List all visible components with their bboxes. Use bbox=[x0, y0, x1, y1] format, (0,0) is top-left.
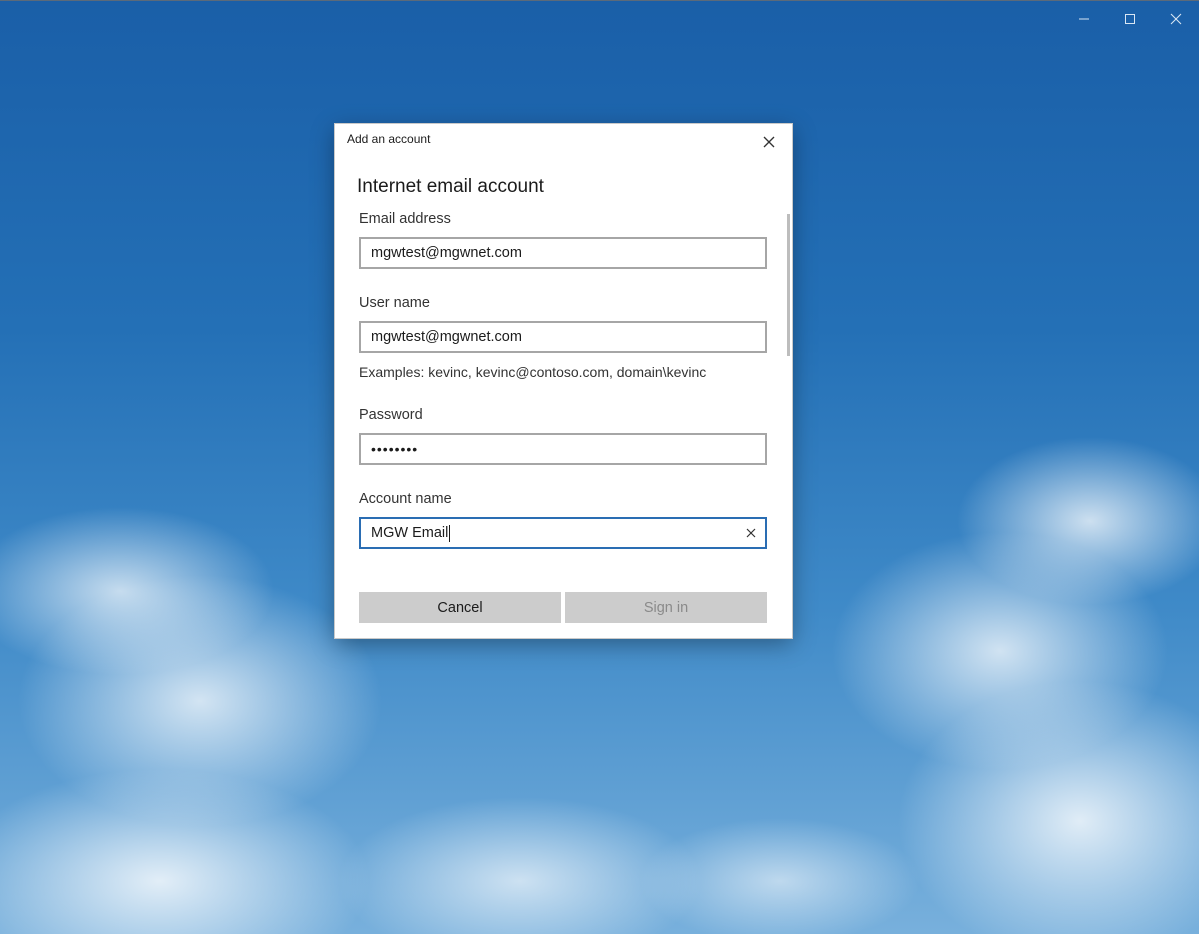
page-title: Internet email account bbox=[357, 176, 544, 197]
dialog-close-button[interactable] bbox=[756, 129, 782, 155]
clear-icon bbox=[746, 528, 756, 538]
desktop-background: Add an account Internet email account Em… bbox=[0, 0, 1199, 934]
username-value: mgwtest@mgwnet.com bbox=[371, 329, 522, 345]
password-value: •••••••• bbox=[371, 441, 419, 457]
window-controls bbox=[1061, 5, 1199, 33]
cancel-button[interactable]: Cancel bbox=[359, 592, 561, 623]
close-icon bbox=[1170, 13, 1182, 25]
username-label: User name bbox=[359, 295, 430, 311]
password-field[interactable]: •••••••• bbox=[359, 433, 767, 465]
clear-field-button[interactable] bbox=[743, 525, 759, 541]
window-close-button[interactable] bbox=[1153, 5, 1199, 33]
text-caret bbox=[449, 524, 451, 542]
email-field[interactable]: mgwtest@mgwnet.com bbox=[359, 237, 767, 269]
sign-in-button[interactable]: Sign in bbox=[565, 592, 767, 623]
username-field[interactable]: mgwtest@mgwnet.com bbox=[359, 321, 767, 353]
email-label: Email address bbox=[359, 211, 451, 227]
account-name-field[interactable]: MGW Email bbox=[359, 517, 767, 549]
minimize-button[interactable] bbox=[1061, 5, 1107, 33]
username-hint: Examples: kevinc, kevinc@contoso.com, do… bbox=[359, 364, 707, 380]
close-icon bbox=[763, 136, 775, 148]
scrollbar[interactable] bbox=[787, 214, 790, 356]
account-name-label: Account name bbox=[359, 491, 452, 507]
account-name-value: MGW Email bbox=[371, 525, 449, 541]
password-label: Password bbox=[359, 407, 423, 423]
maximize-button[interactable] bbox=[1107, 5, 1153, 33]
maximize-icon bbox=[1125, 14, 1135, 24]
minimize-icon bbox=[1079, 18, 1089, 20]
email-value: mgwtest@mgwnet.com bbox=[371, 245, 522, 261]
add-account-dialog: Add an account Internet email account Em… bbox=[335, 124, 792, 638]
dialog-title: Add an account bbox=[347, 132, 431, 146]
